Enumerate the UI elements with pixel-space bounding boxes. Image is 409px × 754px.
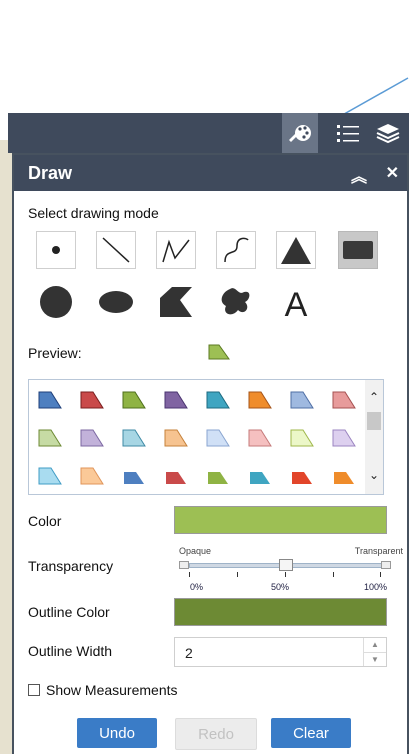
symbol-swatch[interactable] <box>79 390 105 410</box>
tick-label-100: 100% <box>364 582 388 592</box>
circle-tool[interactable] <box>36 283 76 321</box>
symbol-swatch[interactable] <box>205 390 231 410</box>
symbol-swatch[interactable] <box>37 390 63 410</box>
slider-left-arrow-icon[interactable] <box>179 561 189 569</box>
panel-header: Draw ︽ ✕ <box>14 155 407 191</box>
scroll-thumb[interactable] <box>367 412 381 430</box>
close-icon[interactable]: ✕ <box>386 163 399 183</box>
opaque-label: Opaque <box>179 546 212 556</box>
transparency-slider[interactable] <box>179 559 391 571</box>
spinner-up-icon[interactable]: ▲ <box>364 638 386 652</box>
symbol-swatch[interactable] <box>289 466 315 486</box>
symbol-swatch[interactable] <box>121 466 147 486</box>
outline-color-swatch[interactable] <box>174 598 387 626</box>
color-label: Color <box>28 513 62 529</box>
tick-label-50: 50% <box>271 582 290 592</box>
panel-title: Draw <box>28 162 73 183</box>
draw-panel: Draw ︽ ✕ Select drawing mode A Preview: <box>12 153 409 754</box>
line-tool[interactable] <box>96 231 136 269</box>
slider-handle[interactable] <box>279 559 293 571</box>
symbol-swatch[interactable] <box>37 466 63 486</box>
spinner-down-icon[interactable]: ▼ <box>364 652 386 667</box>
scroll-down-icon[interactable]: ⌄ <box>369 468 379 482</box>
layers-button[interactable] <box>370 113 406 153</box>
freehand-polygon-tool[interactable] <box>216 283 256 321</box>
text-tool[interactable]: A <box>276 283 316 321</box>
triangle-icon <box>281 237 311 264</box>
slider-ticks <box>189 572 381 577</box>
outline-width-input[interactable]: 2 ▲ ▼ <box>174 637 387 667</box>
rectangle-icon <box>343 241 373 259</box>
symbol-swatch[interactable] <box>331 466 357 486</box>
symbol-swatch[interactable] <box>37 428 63 448</box>
list-icon <box>337 125 359 142</box>
symbol-swatch[interactable] <box>79 466 105 486</box>
show-measurements-checkbox[interactable] <box>28 684 40 696</box>
symbol-swatch[interactable] <box>289 390 315 410</box>
svg-text:A: A <box>285 286 308 318</box>
transparency-label: Transparency <box>28 558 114 574</box>
legend-button[interactable] <box>330 113 366 153</box>
symbol-swatch[interactable] <box>205 466 231 486</box>
symbol-swatch[interactable] <box>163 390 189 410</box>
line-icon <box>102 237 130 263</box>
ellipse-tool[interactable] <box>96 283 136 321</box>
polygon-tool[interactable] <box>156 283 196 321</box>
symbol-swatch[interactable] <box>121 390 147 410</box>
text-icon: A <box>285 286 308 318</box>
circle-icon <box>40 286 72 318</box>
layers-icon <box>376 124 400 144</box>
draw-tool-button[interactable] <box>282 113 318 153</box>
preview-swatch <box>208 344 230 360</box>
top-toolbar <box>8 113 409 153</box>
symbol-swatch[interactable] <box>289 428 315 448</box>
redo-button[interactable]: Redo <box>175 718 257 750</box>
symbol-swatch[interactable] <box>247 428 273 448</box>
freehand-polygon-icon <box>221 288 250 315</box>
ellipse-icon <box>99 291 133 313</box>
outline-width-spinner[interactable]: ▲ ▼ <box>363 638 386 666</box>
polyline-tool[interactable] <box>156 231 196 269</box>
symbol-swatch[interactable] <box>163 466 189 486</box>
point-icon <box>52 246 60 254</box>
outline-color-label: Outline Color <box>28 604 110 620</box>
collapse-icon[interactable]: ︽ <box>351 163 367 187</box>
symbol-swatch[interactable] <box>163 428 189 448</box>
slider-right-arrow-icon[interactable] <box>381 561 391 569</box>
show-measurements-label: Show Measurements <box>46 682 178 698</box>
clear-button[interactable]: Clear <box>271 718 351 748</box>
outline-width-value: 2 <box>185 645 193 661</box>
triangle-tool[interactable] <box>276 231 316 269</box>
select-mode-label: Select drawing mode <box>28 205 159 221</box>
transparent-label: Transparent <box>354 546 403 556</box>
symbol-swatch[interactable] <box>121 428 147 448</box>
fill-color-swatch[interactable] <box>174 506 387 534</box>
symbol-swatch[interactable] <box>79 428 105 448</box>
preview-label: Preview: <box>28 345 82 361</box>
scroll-up-icon[interactable]: ⌃ <box>369 390 379 404</box>
symbol-swatch[interactable] <box>247 466 273 486</box>
point-tool[interactable] <box>36 231 76 269</box>
tick-label-0: 0% <box>190 582 204 592</box>
outline-width-label: Outline Width <box>28 643 113 659</box>
freehand-polyline-tool[interactable] <box>216 231 256 269</box>
symbol-swatch[interactable] <box>205 428 231 448</box>
symbol-swatch[interactable] <box>247 390 273 410</box>
polygon-icon <box>160 287 192 317</box>
symbol-swatch[interactable] <box>331 428 357 448</box>
freehand-line-icon <box>224 237 249 263</box>
polyline-icon <box>162 239 190 263</box>
symbol-swatch[interactable] <box>331 390 357 410</box>
symbol-gallery[interactable]: ⌃ ⌄ <box>28 379 384 495</box>
rectangle-tool[interactable] <box>338 231 378 269</box>
draw-icon <box>289 125 311 142</box>
undo-button[interactable]: Undo <box>77 718 157 748</box>
symbol-scrollbar[interactable]: ⌃ ⌄ <box>365 380 383 494</box>
